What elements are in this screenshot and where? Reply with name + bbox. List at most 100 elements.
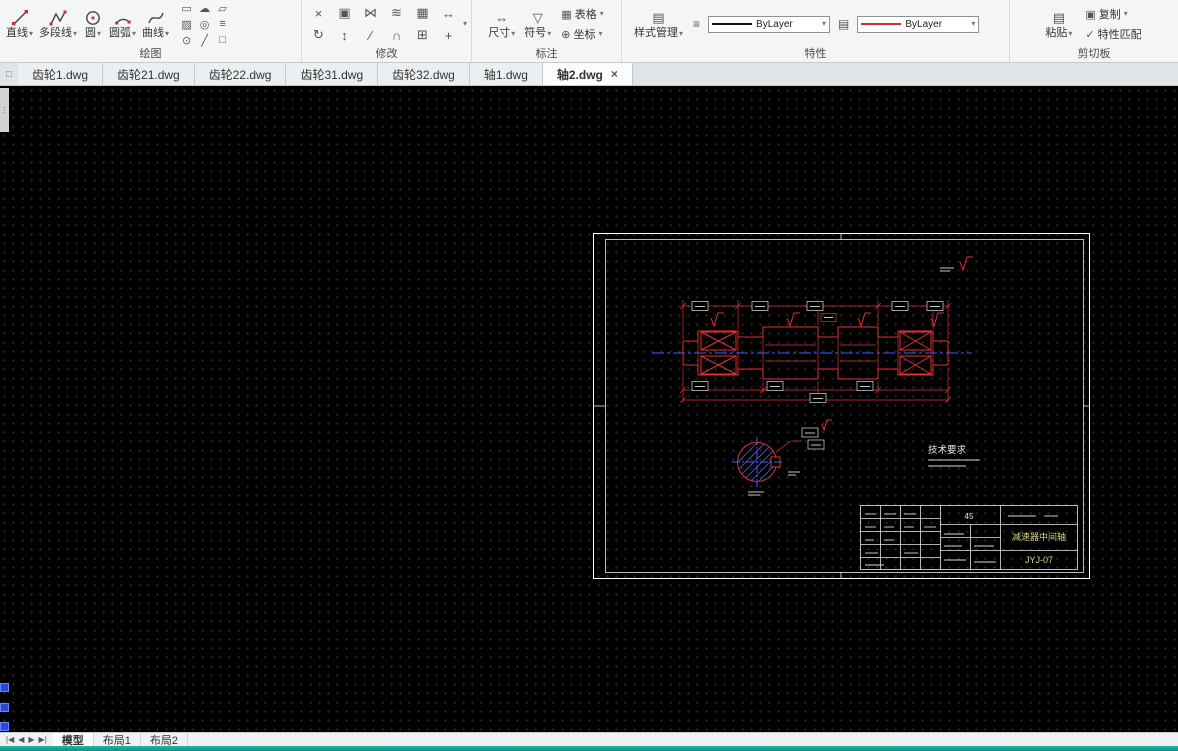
close-tab-icon[interactable]: × <box>611 67 618 81</box>
circle-icon <box>83 8 103 27</box>
polyline-tool-button[interactable]: 多段线 ▾ <box>37 8 79 40</box>
line-tool-label: 直线 <box>6 27 28 39</box>
prev-layout-icon[interactable]: ◀ <box>18 735 24 744</box>
paste-icon: ▤ <box>1052 9 1066 25</box>
next-layout-icon[interactable]: ▶ <box>28 735 34 744</box>
stretch-icon[interactable]: + <box>436 24 461 46</box>
dropdown-arrow-icon: ▾ <box>598 29 603 38</box>
dimension-tool-button[interactable]: ↔ 尺寸 ▾ <box>486 8 517 40</box>
spline-tool-button[interactable]: 曲线 ▾ <box>140 8 171 40</box>
tech-req-title: 技术要求 <box>928 444 967 456</box>
symbol-tool-button[interactable]: ▽ 符号 ▾ <box>522 8 553 40</box>
circle-tool-button[interactable]: 圆 ▾ <box>81 8 105 40</box>
hatch-icon[interactable]: ▨ <box>178 17 195 32</box>
line-icon <box>10 8 30 27</box>
doc-tab[interactable]: 齿轮31.dwg <box>286 63 379 85</box>
list-menu-icon[interactable]: ≡ <box>693 17 700 31</box>
dropdown-arrow-icon: ▾ <box>547 28 552 38</box>
coordinate-icon: ⊕ <box>561 28 571 41</box>
dropdown-arrow-icon: ▾ <box>822 19 827 28</box>
trim-icon[interactable]: ∕ <box>358 24 383 46</box>
draw-extra-tools: ▭ ▨ ⊙ ☁ ◎ ╱ ▱ ≡ □ <box>178 1 231 48</box>
color-value: ByLayer <box>905 18 943 30</box>
linetype-value: ByLayer <box>756 18 793 30</box>
drawing-viewport[interactable]: ··· 技术要求 45 减速器中间轴 JYJ-07 <box>0 86 1178 732</box>
match-properties-button[interactable]: ✓ 特性匹配 <box>1082 25 1144 43</box>
dropdown-arrow-icon: ▾ <box>132 28 137 38</box>
copy-clip-button[interactable]: ▣ 复制 ▾ <box>1082 5 1144 23</box>
drawing-frame <box>593 233 1090 579</box>
shaft-assembly-view <box>652 300 972 404</box>
symbol-tool-label: 符号 <box>524 27 547 39</box>
rotate-icon[interactable]: ↻ <box>306 24 331 46</box>
linetype-preview <box>712 23 753 25</box>
arc-tool-label: 圆弧 <box>109 27 132 39</box>
move-icon[interactable]: ↔ <box>436 2 461 24</box>
doc-tab[interactable]: 齿轮32.dwg <box>378 63 470 85</box>
linetype-combo[interactable]: ByLayer ▾ <box>708 15 831 33</box>
rectangle-icon[interactable]: ▭ <box>178 1 195 16</box>
layout-tab-layout1[interactable]: 布局1 <box>94 733 141 747</box>
coordinate-tool-button[interactable]: ⊕ 坐标 ▾ <box>558 25 606 43</box>
arc-tool-button[interactable]: 圆弧 ▾ <box>107 8 138 40</box>
doc-tab[interactable]: 齿轮22.dwg <box>194 63 287 85</box>
symbol-icon: ▽ <box>532 9 543 25</box>
doc-tab[interactable]: 轴1.dwg <box>469 63 543 85</box>
wipeout-icon[interactable]: □ <box>214 33 231 48</box>
last-layout-icon[interactable]: ▶| <box>39 735 47 744</box>
ribbon: 直线 ▾ 多段线 ▾ 圆 ▾ 圆弧 ▾ 曲线 ▾ ▭ ▨ ⊙ ☁ ◎ ╱ ▱ ≡… <box>0 0 1178 63</box>
dropdown-arrow-icon: ▾ <box>97 28 102 38</box>
lower-dim-text <box>691 381 874 403</box>
array-icon[interactable]: ▦ <box>410 2 435 24</box>
region-icon[interactable]: ▱ <box>214 1 231 16</box>
paste-button[interactable]: ▤ 粘贴 ▾ <box>1043 8 1074 40</box>
color-combo[interactable]: ByLayer ▾ <box>857 15 980 33</box>
doc-tab-active[interactable]: 轴2.dwg × <box>542 63 633 85</box>
color-preview <box>861 23 902 25</box>
copy-clip-icon: ▣ <box>1085 8 1096 21</box>
first-layout-icon[interactable]: |◀ <box>6 735 14 744</box>
scale-icon[interactable]: ↕ <box>332 24 357 46</box>
tech-requirements: 技术要求 <box>928 444 980 467</box>
multiline-icon[interactable]: ≡ <box>214 17 231 32</box>
modify-more-arrow-icon[interactable]: ▾ <box>463 20 467 28</box>
offset-icon[interactable]: ≋ <box>384 2 409 24</box>
layout-nav: |◀ ◀ ▶ ▶| <box>0 733 53 746</box>
docked-palette-icon[interactable] <box>0 722 9 731</box>
docked-palette-icon[interactable] <box>0 683 9 692</box>
doc-tab[interactable]: 齿轮21.dwg <box>103 63 195 85</box>
dimension-tool-label: 尺寸 <box>488 27 511 39</box>
point-icon[interactable]: ⊙ <box>178 33 195 48</box>
copy-icon[interactable]: ▣ <box>332 2 357 24</box>
ribbon-panel-annotate: ↔ 尺寸 ▾ ▽ 符号 ▾ ▦ 表格 ▾ ⊕ 坐标 ▾ 标注 <box>472 0 622 62</box>
line-tool-button[interactable]: 直线 ▾ <box>4 8 35 40</box>
layout-tab-model[interactable]: 模型 <box>52 733 94 747</box>
status-bar <box>0 746 1178 751</box>
doc-tab-menu-button[interactable]: □ <box>0 63 18 85</box>
fillet-icon[interactable]: ∩ <box>384 24 409 46</box>
modify-tools: × ↻ ▣ ↕ ⋈ ∕ ≋ ∩ ▦ ⊞ ↔ + <box>306 2 461 46</box>
layout-tab-bar: |◀ ◀ ▶ ▶| 模型 布局1 布局2 <box>0 732 1178 747</box>
revision-cloud-icon[interactable]: ☁ <box>196 1 213 16</box>
layout-tab-layout2[interactable]: 布局2 <box>141 733 189 747</box>
doc-tab-label: 齿轮31.dwg <box>300 67 364 82</box>
explode-icon[interactable]: ⊞ <box>410 24 435 46</box>
layers-icon[interactable]: ▤ <box>838 17 849 31</box>
donut-icon[interactable]: ◎ <box>196 17 213 32</box>
table-tool-button[interactable]: ▦ 表格 ▾ <box>558 5 606 23</box>
docked-palette-icon[interactable] <box>0 703 9 712</box>
dropdown-arrow-icon: ▾ <box>599 9 604 18</box>
doc-tab[interactable]: 齿轮1.dwg <box>18 63 104 85</box>
mirror-icon[interactable]: ⋈ <box>358 2 383 24</box>
style-manager-button[interactable]: ▤ 样式管理 ▾ <box>632 8 685 40</box>
arc-icon <box>113 8 133 27</box>
erase-icon[interactable]: × <box>306 2 331 24</box>
spline-icon <box>146 8 166 27</box>
construction-line-icon[interactable]: ╱ <box>196 33 213 48</box>
dropdown-arrow-icon: ▾ <box>679 28 684 38</box>
ribbon-panel-draw: 直线 ▾ 多段线 ▾ 圆 ▾ 圆弧 ▾ 曲线 ▾ ▭ ▨ ⊙ ☁ ◎ ╱ ▱ ≡… <box>0 0 302 62</box>
docked-panel-handle[interactable]: ··· <box>0 88 9 132</box>
shaft-section-view <box>732 419 832 496</box>
coordinate-tool-label: 坐标 <box>573 29 596 41</box>
drawing-number: JYJ-07 <box>1025 555 1053 565</box>
